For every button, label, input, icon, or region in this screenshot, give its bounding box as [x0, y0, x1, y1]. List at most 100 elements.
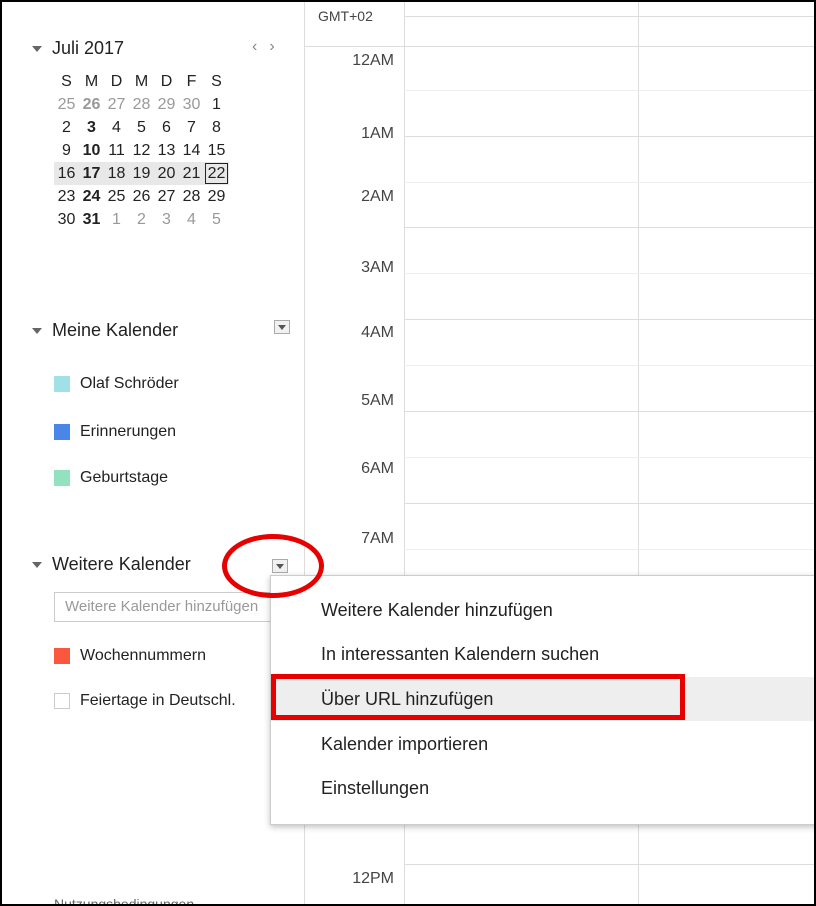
selected-week-row: 16 17 18 19 20 21 22 [54, 162, 229, 185]
other-calendars-title: Weitere Kalender [52, 554, 191, 574]
grid-line [404, 864, 814, 865]
grid-line [304, 46, 814, 47]
day-cell[interactable]: 30 [54, 208, 79, 231]
calendar-item-label: Feiertage in Deutschl. [80, 692, 236, 709]
screenshot-frame: Juli 2017 ‹› S M D M D F S 25 26 27 28 2… [0, 0, 816, 906]
grid-line [404, 273, 814, 274]
day-cell[interactable]: 9 [54, 139, 79, 162]
day-cell[interactable]: 2 [129, 208, 154, 231]
grid-line [404, 549, 814, 550]
weekday-label: S [211, 72, 222, 90]
day-cell[interactable]: 11 [104, 139, 129, 162]
weekday-label: D [110, 72, 123, 90]
day-cell[interactable]: 30 [179, 93, 204, 116]
day-cell[interactable]: 29 [154, 93, 179, 116]
chevron-right-icon[interactable]: › [269, 38, 286, 55]
color-swatch[interactable] [54, 693, 70, 709]
color-swatch[interactable] [54, 376, 70, 392]
day-cell[interactable]: 28 [179, 185, 204, 208]
day-cell[interactable]: 3 [154, 208, 179, 231]
calendar-item-erinnerungen[interactable]: Erinnerungen [54, 423, 176, 441]
grid-line [404, 503, 814, 504]
day-cell[interactable]: 16 [54, 162, 79, 185]
day-cell[interactable]: 6 [154, 116, 179, 139]
day-cell[interactable]: 2 [54, 116, 79, 139]
grid-line [404, 16, 814, 17]
calendar-item-olaf[interactable]: Olaf Schröder [54, 375, 179, 393]
chevron-left-icon[interactable]: ‹ [252, 38, 269, 55]
day-cell[interactable]: 5 [129, 116, 154, 139]
grid-line [404, 182, 814, 183]
hour-label: 6AM [361, 460, 394, 477]
month-nav: ‹› [252, 38, 287, 56]
today-cell[interactable]: 22 [204, 162, 229, 185]
mini-calendar-header[interactable]: Juli 2017 [32, 38, 124, 59]
mini-calendar-grid: S M D M D F S 25 26 27 28 29 30 1 2 3 4 [54, 70, 229, 231]
day-cell[interactable]: 3 [79, 116, 104, 139]
calendar-item-feiertage[interactable]: Feiertage in Deutschl. [54, 692, 236, 710]
day-cell[interactable]: 1 [204, 93, 229, 116]
week-row: 9 10 11 12 13 14 15 [54, 139, 229, 162]
hour-label: 1AM [361, 125, 394, 142]
day-cell[interactable]: 17 [79, 162, 104, 185]
day-cell[interactable]: 19 [129, 162, 154, 185]
day-cell[interactable]: 18 [104, 162, 129, 185]
day-cell[interactable]: 26 [129, 185, 154, 208]
day-cell[interactable]: 7 [179, 116, 204, 139]
week-row: 30 31 1 2 3 4 5 [54, 208, 229, 231]
day-cell[interactable]: 24 [79, 185, 104, 208]
sidebar: Juli 2017 ‹› S M D M D F S 25 26 27 28 2… [2, 2, 304, 904]
add-calendar-input[interactable]: Weitere Kalender hinzufügen [54, 592, 280, 622]
day-cell[interactable]: 5 [204, 208, 229, 231]
day-cell[interactable]: 25 [104, 185, 129, 208]
day-cell[interactable]: 4 [179, 208, 204, 231]
collapse-triangle-icon[interactable] [32, 327, 42, 334]
grid-line [404, 365, 814, 366]
day-cell[interactable]: 27 [154, 185, 179, 208]
day-cell[interactable]: 15 [204, 139, 229, 162]
day-cell[interactable]: 8 [204, 116, 229, 139]
menu-item-add-calendars[interactable]: Weitere Kalender hinzufügen [271, 588, 814, 632]
day-cell[interactable]: 26 [79, 93, 104, 116]
day-cell[interactable]: 10 [79, 139, 104, 162]
calendar-item-wochennummern[interactable]: Wochennummern [54, 647, 206, 665]
annotation-rectangle [271, 674, 685, 720]
day-cell[interactable]: 31 [79, 208, 104, 231]
menu-item-import-calendar[interactable]: Kalender importieren [271, 722, 814, 766]
day-cell[interactable]: 23 [54, 185, 79, 208]
my-calendars-header[interactable]: Meine Kalender [32, 320, 178, 341]
day-cell[interactable]: 29 [204, 185, 229, 208]
color-swatch[interactable] [54, 470, 70, 486]
hour-label: 3AM [361, 259, 394, 276]
day-cell[interactable]: 1 [104, 208, 129, 231]
grid-line [404, 457, 814, 458]
color-swatch[interactable] [54, 424, 70, 440]
menu-item-browse-interesting[interactable]: In interessanten Kalendern suchen [271, 632, 814, 676]
day-cell[interactable]: 13 [154, 139, 179, 162]
day-cell[interactable]: 12 [129, 139, 154, 162]
day-cell[interactable]: 28 [129, 93, 154, 116]
collapse-triangle-icon[interactable] [32, 45, 42, 52]
other-calendars-header[interactable]: Weitere Kalender [32, 554, 191, 575]
day-cell[interactable]: 21 [179, 162, 204, 185]
hour-label: 5AM [361, 392, 394, 409]
day-cell[interactable]: 4 [104, 116, 129, 139]
collapse-triangle-icon[interactable] [32, 561, 42, 568]
weekday-label: D [160, 72, 173, 90]
terms-link[interactable]: Nutzungsbedingungen [54, 896, 194, 904]
menu-item-settings[interactable]: Einstellungen [271, 766, 814, 810]
weekday-label: M [84, 72, 99, 90]
weekday-header-row: S M D M D F S [54, 70, 229, 93]
day-cell[interactable]: 14 [179, 139, 204, 162]
calendar-item-geburtstage[interactable]: Geburtstage [54, 469, 168, 487]
week-row: 25 26 27 28 29 30 1 [54, 93, 229, 116]
day-cell[interactable]: 27 [104, 93, 129, 116]
day-cell[interactable]: 25 [54, 93, 79, 116]
calendar-item-label: Geburtstage [80, 469, 169, 486]
hour-label: 2AM [361, 188, 394, 205]
my-calendars-dropdown-icon[interactable] [274, 320, 290, 334]
hour-label: 12AM [352, 52, 394, 69]
weekday-label: S [61, 72, 72, 90]
day-cell[interactable]: 20 [154, 162, 179, 185]
color-swatch[interactable] [54, 648, 70, 664]
